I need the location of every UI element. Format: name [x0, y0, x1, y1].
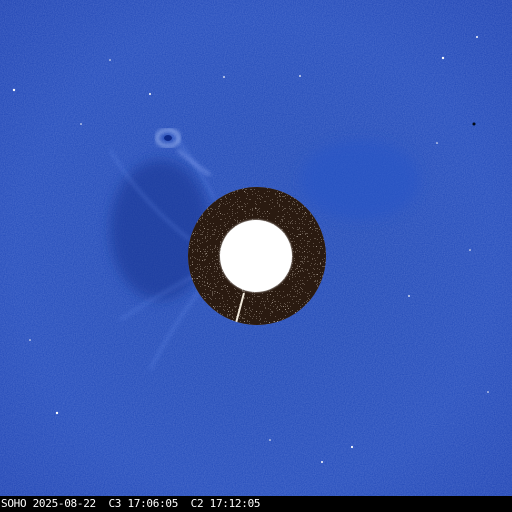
dark-pixel [472, 122, 476, 126]
caption-bar: SOHO 2025-08-22 C3 17:06:05 C2 17:12:05 [0, 496, 512, 512]
coronagraph-image: SOHO 2025-08-22 C3 17:06:05 C2 17:12:05 [0, 0, 512, 512]
sun-occulter-center [220, 220, 292, 292]
image-caption: SOHO 2025-08-22 C3 17:06:05 C2 17:12:05 [1, 497, 261, 510]
